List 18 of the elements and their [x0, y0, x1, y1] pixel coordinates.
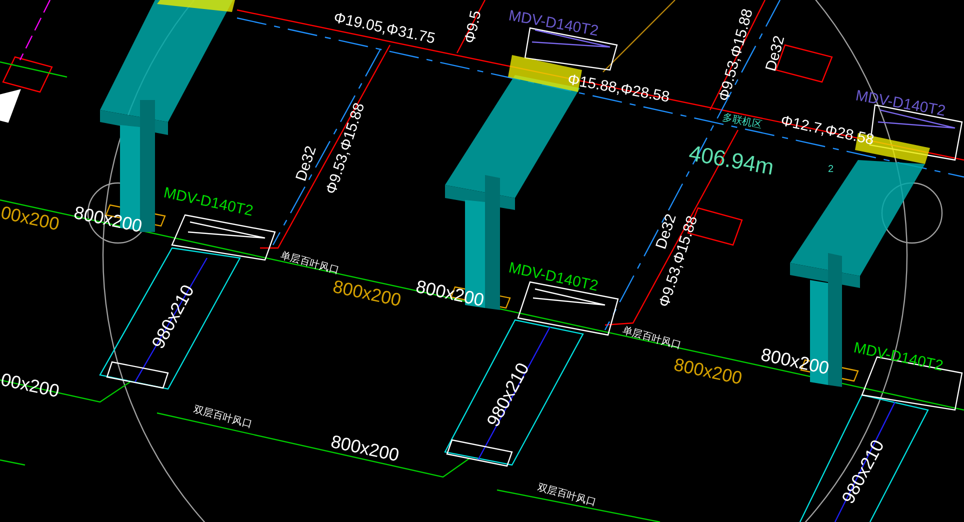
- duct-size-label: 00x200: [0, 369, 62, 402]
- pipe-size-label: De32: [292, 144, 320, 184]
- duct-size-label: 800x200: [329, 431, 401, 466]
- note-label: 2: [828, 164, 834, 175]
- air-outlet-label: 双层百叶风口: [192, 404, 254, 430]
- duct-size-label: 00x200: [0, 202, 62, 234]
- air-outlet-label: 双层百叶风口: [536, 482, 598, 508]
- length-label: 406.94m: [687, 140, 776, 180]
- note-label: 多联机区: [721, 112, 763, 132]
- duct-size-label: 800x200: [672, 354, 744, 388]
- pipe-size-label: Φ9.5: [461, 9, 485, 45]
- duct-size-label: 800x200: [759, 344, 831, 378]
- pipe-size-label: De32: [762, 34, 788, 74]
- air-outlet-label: 单层百叶风口: [621, 325, 682, 352]
- duct-size-label: 800x200: [331, 276, 403, 310]
- duct-size-label: 800x200: [414, 276, 486, 310]
- air-outlet-label: 单层百叶风口: [279, 250, 340, 276]
- duct-size-label: 800x200: [72, 202, 144, 236]
